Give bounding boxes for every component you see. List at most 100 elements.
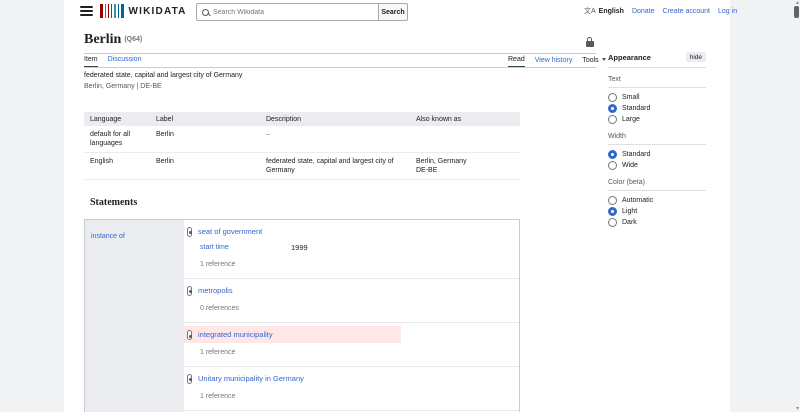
statement-list: seat of government start time 1999 1 ref…	[184, 220, 519, 412]
search-input[interactable]	[213, 8, 373, 16]
col-language: Language	[84, 112, 150, 126]
radio-option-width-standard[interactable]: Standard	[608, 149, 706, 160]
statement: Unitary municipality in Germany 1 refere…	[184, 367, 519, 411]
cell-label: Berlin	[150, 126, 260, 153]
appearance-section-width: Width Standard Wide	[608, 133, 706, 171]
item-aliases: Berlin, Germany | DE-BE	[84, 83, 162, 90]
chevron-down-icon	[601, 58, 606, 61]
qualifier-property-link[interactable]: start time	[200, 244, 291, 251]
radio-label: Light	[622, 208, 638, 215]
rank-selector-icon[interactable]	[187, 373, 192, 384]
radio-icon[interactable]	[608, 150, 617, 159]
radio-label: Small	[622, 94, 640, 101]
tab-view-history[interactable]: View history	[535, 57, 573, 67]
rank-selector-icon[interactable]	[187, 329, 192, 340]
radio-option-large[interactable]: Large	[608, 114, 706, 125]
radio-icon[interactable]	[608, 207, 617, 216]
radio-label: Large	[622, 116, 640, 123]
col-description: Description	[260, 112, 410, 126]
radio-icon[interactable]	[608, 196, 617, 205]
radio-icon[interactable]	[608, 104, 617, 113]
page-title: Berlin (Q64)	[84, 32, 142, 48]
wikidata-logo-bars-icon	[100, 4, 124, 18]
statement-value-link[interactable]: integrated municipality	[198, 330, 273, 339]
qualifier-value: 1999	[291, 243, 308, 252]
table-row: English Berlin federated state, capital …	[84, 152, 520, 180]
cell-description: federated state, capital and largest cit…	[260, 152, 410, 180]
radio-icon[interactable]	[608, 93, 617, 102]
references-toggle[interactable]: 0 references	[184, 301, 519, 316]
references-toggle[interactable]: 1 reference	[184, 345, 519, 360]
wikidata-logo[interactable]: WIKIDATA	[100, 4, 187, 18]
wikidata-logo-text: WIKIDATA	[128, 5, 187, 17]
create-account-link[interactable]: Create account	[663, 8, 710, 15]
radio-label: Automatic	[622, 197, 654, 204]
appearance-hide-button[interactable]: hide	[685, 52, 706, 62]
statements-heading: Statements	[90, 197, 138, 208]
terms-header-row: Language Label Description Also known as	[84, 112, 520, 126]
language-selector[interactable]: 文A English	[584, 6, 624, 16]
search-button[interactable]: Search	[378, 3, 408, 21]
radio-option-light[interactable]: Light	[608, 206, 706, 217]
protection-lock-icon[interactable]	[585, 37, 594, 47]
statement-value-link[interactable]: metropolis	[198, 286, 233, 295]
radio-label: Standard	[622, 105, 651, 112]
appearance-panel: Appearance hide Text Small Standard Larg…	[608, 52, 706, 228]
statement-group: instance of seat of government start tim…	[84, 219, 520, 412]
radio-option-wide[interactable]: Wide	[608, 160, 706, 171]
scrollbar[interactable]: ▴ ▾	[792, 0, 800, 412]
tabs-divider	[84, 67, 596, 68]
log-in-link[interactable]: Log in	[718, 8, 737, 15]
property-cell: instance of	[85, 220, 184, 412]
cell-language: English	[84, 152, 150, 180]
references-toggle[interactable]: 1 reference	[184, 389, 519, 404]
section-label: Text	[608, 76, 706, 88]
statement-value-link[interactable]: Unitary municipality in Germany	[198, 374, 304, 383]
radio-icon[interactable]	[608, 161, 617, 170]
radio-label: Dark	[622, 219, 637, 226]
main-menu-icon[interactable]	[80, 6, 93, 16]
statement-value-row: Unitary municipality in Germany	[184, 370, 519, 387]
terms-table: Language Label Description Also known as…	[84, 112, 520, 180]
references-toggle[interactable]: 1 reference	[184, 257, 519, 272]
cell-label: Berlin	[150, 152, 260, 180]
search-icon	[202, 8, 209, 16]
rank-selector-icon[interactable]	[187, 285, 192, 296]
language-label: English	[598, 7, 624, 15]
scrollbar-thumb[interactable]	[793, 6, 799, 18]
item-label: Berlin	[84, 32, 122, 47]
section-label: Color (beta)	[608, 179, 706, 191]
radio-label: Standard	[622, 151, 651, 158]
scroll-down-icon[interactable]: ▾	[796, 405, 799, 412]
radio-option-small[interactable]: Small	[608, 92, 706, 103]
page-content: WIKIDATA Search 文A English Donate Create…	[64, 0, 737, 412]
tools-menu[interactable]: Tools	[582, 57, 606, 67]
radio-option-dark[interactable]: Dark	[608, 217, 706, 228]
wikidata-page: WIKIDATA Search 文A English Donate Create…	[0, 0, 800, 412]
property-link[interactable]: instance of	[91, 233, 125, 240]
cell-language: default for all languages	[84, 126, 150, 153]
radio-icon[interactable]	[608, 218, 617, 227]
radio-label: Wide	[622, 162, 638, 169]
radio-option-automatic[interactable]: Automatic	[608, 195, 706, 206]
statement-value-row: integrated municipality	[184, 326, 401, 343]
radio-icon[interactable]	[608, 115, 617, 124]
appearance-title: Appearance	[608, 52, 651, 62]
cell-description: –	[260, 126, 410, 153]
statement-value-row: metropolis	[184, 282, 519, 299]
statement-value-link[interactable]: seat of government	[198, 227, 262, 236]
rank-selector-icon[interactable]	[187, 226, 192, 237]
statement-value-row: seat of government	[184, 223, 519, 240]
statement: integrated municipality 1 reference	[184, 323, 519, 367]
user-links: 文A English Donate Create account Log in	[584, 6, 737, 16]
donate-link[interactable]: Donate	[632, 8, 655, 15]
search-box[interactable]	[196, 3, 378, 21]
language-icon: 文A	[584, 8, 596, 15]
item-qid: (Q64)	[124, 36, 143, 43]
appearance-section-color: Color (beta) Automatic Light Dark	[608, 179, 706, 228]
appearance-header: Appearance hide	[608, 52, 706, 68]
radio-option-standard[interactable]: Standard	[608, 103, 706, 114]
search-bar: Search	[196, 3, 408, 21]
item-description: federated state, capital and largest cit…	[84, 72, 243, 79]
col-also-known-as: Also known as	[410, 112, 520, 126]
